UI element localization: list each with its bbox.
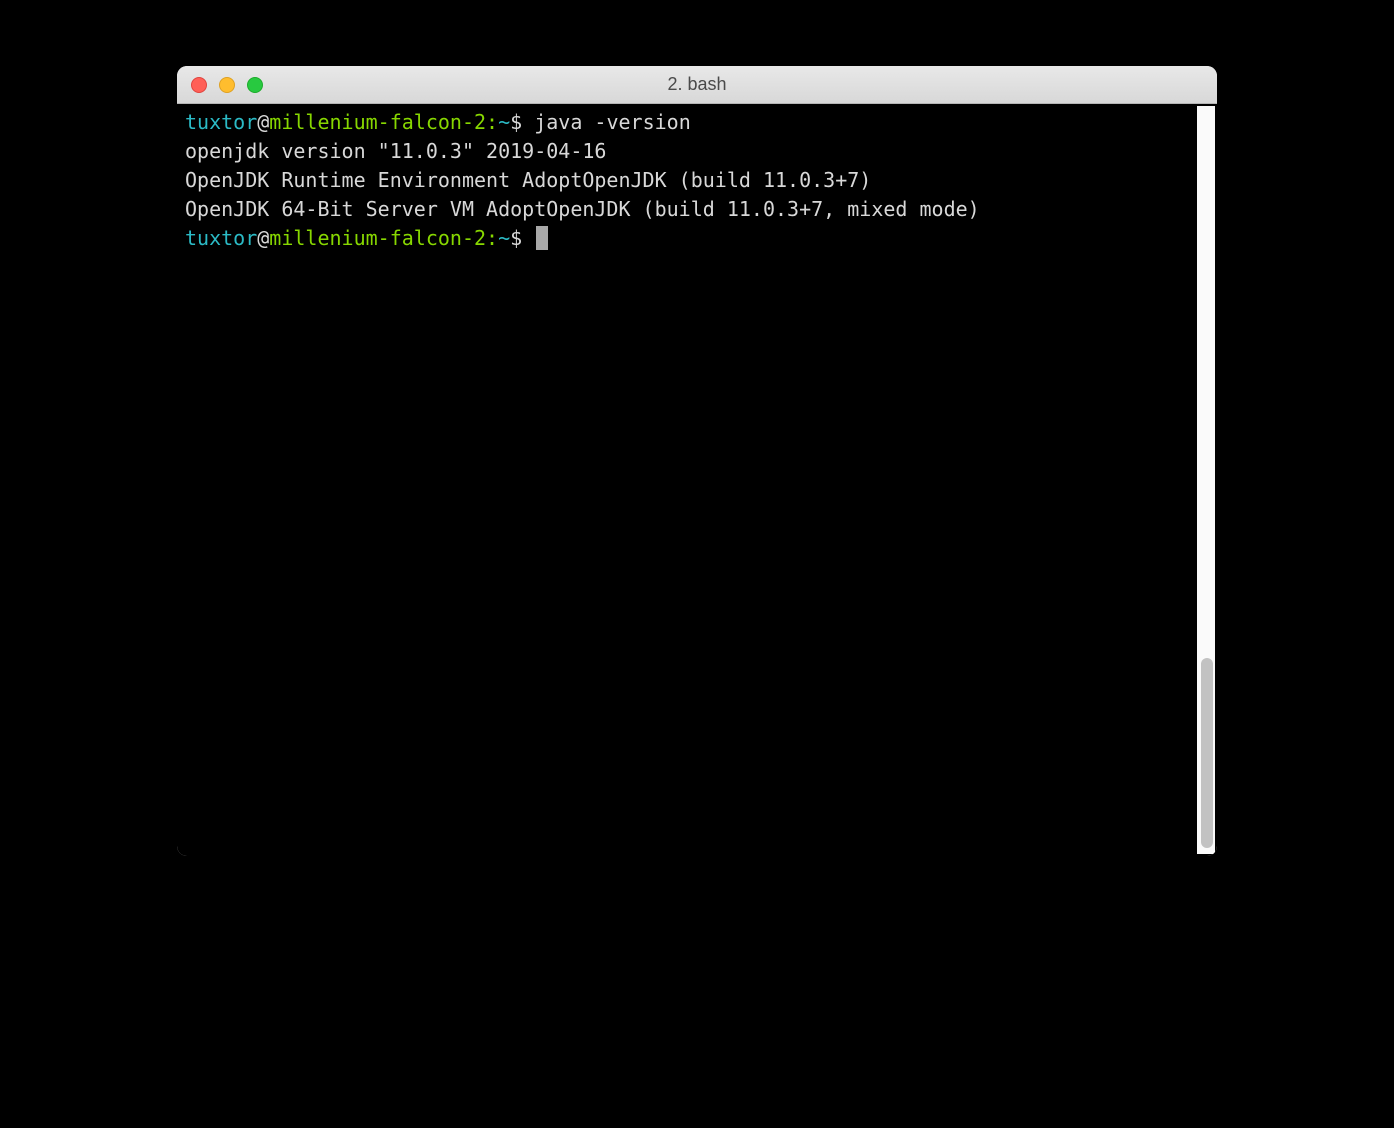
- prompt-tilde: ~: [498, 110, 510, 134]
- window-title: 2. bash: [177, 74, 1217, 95]
- maximize-button[interactable]: [247, 77, 263, 93]
- traffic-lights: [177, 77, 263, 93]
- command-text: java -version: [534, 110, 691, 134]
- prompt-dollar: $: [510, 226, 534, 250]
- scrollbar-track[interactable]: [1197, 106, 1215, 854]
- terminal-content[interactable]: tuxtor@millenium-falcon-2:~$ java -versi…: [177, 104, 1217, 257]
- prompt-host: millenium-falcon-2:: [269, 226, 498, 250]
- prompt-at: @: [257, 226, 269, 250]
- terminal-body[interactable]: tuxtor@millenium-falcon-2:~$ java -versi…: [177, 104, 1217, 856]
- output-line: OpenJDK Runtime Environment AdoptOpenJDK…: [185, 168, 871, 192]
- scrollbar-thumb[interactable]: [1201, 658, 1213, 848]
- prompt-tilde: ~: [498, 226, 510, 250]
- output-line: openjdk version "11.0.3" 2019-04-16: [185, 139, 606, 163]
- cursor-icon: [536, 226, 548, 250]
- prompt-at: @: [257, 110, 269, 134]
- prompt-host: millenium-falcon-2:: [269, 110, 498, 134]
- output-line: OpenJDK 64-Bit Server VM AdoptOpenJDK (b…: [185, 197, 980, 221]
- terminal-window: 2. bash tuxtor@millenium-falcon-2:~$ jav…: [177, 66, 1217, 856]
- prompt-dollar: $: [510, 110, 534, 134]
- window-titlebar[interactable]: 2. bash: [177, 66, 1217, 104]
- prompt-user: tuxtor: [185, 226, 257, 250]
- prompt-user: tuxtor: [185, 110, 257, 134]
- close-button[interactable]: [191, 77, 207, 93]
- minimize-button[interactable]: [219, 77, 235, 93]
